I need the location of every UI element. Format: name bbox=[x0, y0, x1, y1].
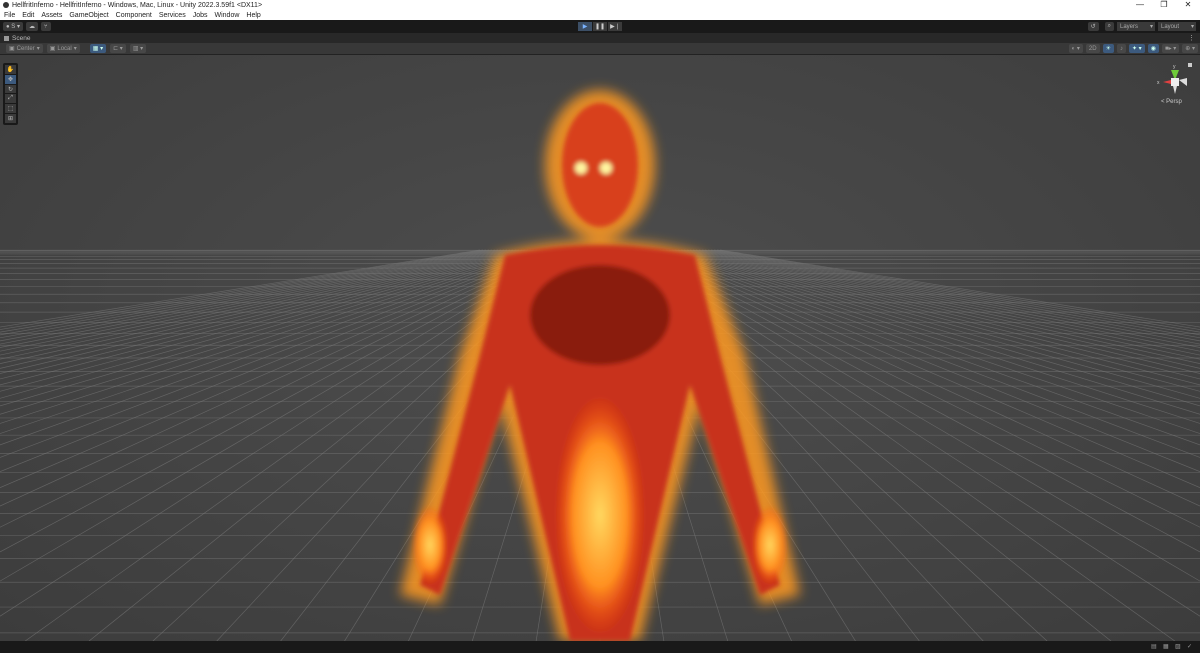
scene-viewport[interactable] bbox=[0, 55, 1200, 641]
tool-palette: ✋ ✥ ↻ ⤢ ⬚ ⊞ bbox=[3, 63, 18, 125]
gizmo-center-cube[interactable] bbox=[1171, 78, 1179, 86]
menu-assets[interactable]: Assets bbox=[41, 12, 62, 19]
tab-scene[interactable]: Scene bbox=[4, 35, 30, 42]
main-toolbar: ● S ▾ ☁ ⑂ ▶ ❚❚ ▶❘ ↺ ⌕ Layers ▾ Layout ▾ bbox=[0, 20, 1200, 33]
account-button[interactable]: ● S ▾ bbox=[3, 22, 23, 31]
history-icon: ↺ bbox=[1090, 24, 1096, 30]
menu-jobs[interactable]: Jobs bbox=[193, 12, 208, 19]
rotate-tool-icon[interactable]: ↻ bbox=[5, 84, 16, 94]
shading-mode-button[interactable]: ◐ ▾ bbox=[1068, 44, 1083, 53]
draw-mode-icon: ▥ ▾ bbox=[132, 46, 144, 52]
search-button[interactable]: ⌕ bbox=[1104, 22, 1114, 31]
gizmo-y-label: y bbox=[1173, 64, 1176, 70]
sphere-icon: ◐ ▾ bbox=[1071, 46, 1080, 52]
menu-file[interactable]: File bbox=[4, 12, 15, 19]
undo-history-button[interactable]: ↺ bbox=[1087, 22, 1099, 31]
tab-scene-label: Scene bbox=[12, 34, 31, 42]
pivot-icon: ▣ bbox=[9, 46, 15, 52]
visibility-toggle[interactable]: ◉ bbox=[1147, 44, 1159, 53]
menu-help[interactable]: Help bbox=[246, 12, 260, 19]
snap-increment-button[interactable]: ⊏ ▾ bbox=[110, 44, 126, 53]
draw-mode-button[interactable]: ▥ ▾ bbox=[129, 44, 147, 53]
title-bar: HellfritInferno - HellfritInferno - Wind… bbox=[0, 0, 1200, 10]
effects-icon: ✦ ▾ bbox=[1131, 46, 1142, 52]
move-tool-icon[interactable]: ✥ bbox=[5, 74, 16, 84]
pause-button[interactable]: ❚❚ bbox=[593, 22, 607, 31]
debug-icon[interactable]: ▤ bbox=[1151, 644, 1158, 651]
menu-bar: File Edit Assets GameObject Component Se… bbox=[0, 10, 1200, 20]
lightbulb-icon: ☀ bbox=[1105, 46, 1111, 52]
lock-icon[interactable] bbox=[1188, 63, 1192, 67]
scene-icon bbox=[4, 35, 9, 41]
x-axis-cone[interactable] bbox=[1163, 80, 1171, 84]
grid-icon: ▦ ▾ bbox=[92, 46, 104, 52]
step-button[interactable]: ▶❘ bbox=[608, 22, 622, 31]
branch-icon: ⑂ bbox=[43, 23, 48, 30]
transform-tool-icon[interactable]: ⊞ bbox=[5, 114, 16, 123]
pivot-label: Center bbox=[16, 45, 35, 52]
play-button[interactable]: ▶ bbox=[578, 22, 592, 31]
projection-label[interactable]: < Persp bbox=[1161, 99, 1182, 105]
gizmo-x-label: x bbox=[1157, 80, 1160, 86]
neg-x-cone[interactable] bbox=[1179, 78, 1187, 86]
hand-tool-icon[interactable]: ✋ bbox=[5, 65, 16, 74]
layout-label: Layout bbox=[1161, 23, 1180, 30]
space-label: Local bbox=[57, 45, 72, 52]
rect-tool-icon[interactable]: ⬚ bbox=[5, 104, 16, 114]
progress-icon[interactable]: ▨ bbox=[1175, 644, 1182, 651]
cloud-button[interactable]: ☁ bbox=[25, 22, 38, 31]
snap-icon: ⊏ ▾ bbox=[113, 46, 123, 52]
more-options-icon[interactable]: ⋮ bbox=[1188, 34, 1195, 42]
tab-bar: Scene ⋮ bbox=[0, 33, 1200, 43]
grid-snap-button[interactable]: ▦ ▾ bbox=[89, 44, 107, 53]
projection-text: Persp bbox=[1166, 99, 1182, 105]
search-icon: ⌕ bbox=[1107, 23, 1111, 29]
cache-icon[interactable]: ▦ bbox=[1163, 644, 1170, 651]
menu-services[interactable]: Services bbox=[159, 12, 186, 19]
maximize-button[interactable]: ❐ bbox=[1152, 0, 1176, 9]
scale-tool-icon[interactable]: ⤢ bbox=[5, 94, 16, 104]
cloud-icon: ☁ bbox=[28, 24, 35, 30]
version-control-button[interactable]: ⑂ bbox=[40, 22, 51, 31]
audio-toggle[interactable]: ♪ bbox=[1116, 44, 1126, 53]
cube-icon: ▣ bbox=[49, 46, 56, 52]
effects-dropdown[interactable]: ✦ ▾ bbox=[1128, 44, 1145, 53]
lighting-toggle[interactable]: ☀ bbox=[1102, 44, 1114, 53]
close-button[interactable]: ✕ bbox=[1176, 0, 1200, 9]
status-bar: ▤ ▦ ▨ ✓ bbox=[0, 641, 1200, 653]
gizmos-icon: ⊕ ▾ bbox=[1185, 46, 1195, 52]
audio-icon: ♪ bbox=[1119, 45, 1123, 52]
chevron-down-icon: ▾ bbox=[1190, 24, 1194, 30]
toggle-2d-label: 2D bbox=[1088, 45, 1097, 52]
menu-gameobject[interactable]: GameObject bbox=[69, 12, 108, 19]
menu-window[interactable]: Window bbox=[215, 12, 240, 19]
space-dropdown[interactable]: ▣ Local ▾ bbox=[46, 44, 80, 53]
eye-icon: ◉ bbox=[1150, 46, 1156, 52]
chevron-down-icon: ▾ bbox=[1149, 24, 1153, 30]
neg-y-cone[interactable] bbox=[1173, 86, 1177, 94]
camera-dropdown[interactable]: ■▸ ▾ bbox=[1161, 44, 1180, 53]
layout-dropdown[interactable]: Layout ▾ bbox=[1158, 22, 1196, 31]
camera-icon: ■▸ ▾ bbox=[1164, 46, 1177, 52]
pivot-dropdown[interactable]: ▣ Center ▾ bbox=[6, 44, 43, 53]
scene-toolbar: ▣ Center ▾ ▣ Local ▾ ▦ ▾ ⊏ ▾ ▥ ▾ ◐ ▾ 2D ☀ ♪ … bbox=[0, 43, 1200, 55]
minimize-button[interactable]: — bbox=[1128, 0, 1152, 9]
account-label: S ▾ bbox=[11, 24, 20, 30]
window-title: HellfritInferno - HellfritInferno - Wind… bbox=[12, 1, 263, 9]
gizmos-dropdown[interactable]: ⊕ ▾ bbox=[1182, 44, 1198, 53]
menu-edit[interactable]: Edit bbox=[22, 12, 34, 19]
fire-character[interactable] bbox=[0, 55, 1200, 641]
layers-dropdown[interactable]: Layers ▾ bbox=[1117, 22, 1155, 31]
toggle-2d-button[interactable]: 2D bbox=[1085, 44, 1100, 53]
menu-component[interactable]: Component bbox=[116, 12, 152, 19]
layers-label: Layers bbox=[1120, 23, 1139, 30]
unity-logo-icon bbox=[3, 2, 9, 8]
check-icon[interactable]: ✓ bbox=[1187, 644, 1194, 651]
